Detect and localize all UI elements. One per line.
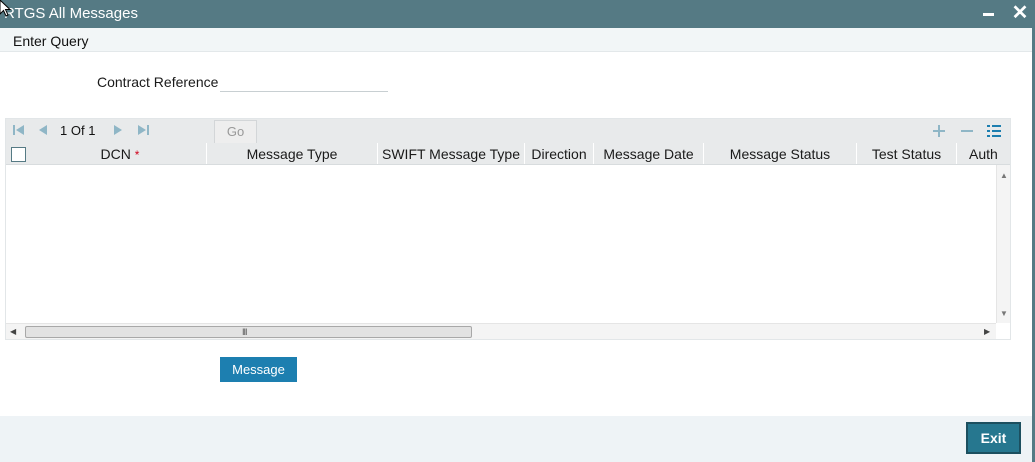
message-button[interactable]: Message bbox=[220, 357, 297, 382]
column-header-message-status[interactable]: Message Status bbox=[704, 143, 857, 164]
select-all-checkbox[interactable] bbox=[11, 147, 26, 162]
mouse-cursor-icon bbox=[0, 0, 12, 17]
column-header-swift-message-type[interactable]: SWIFT Message Type bbox=[378, 143, 525, 164]
go-button[interactable]: Go bbox=[214, 120, 257, 144]
column-header-message-type[interactable]: Message Type bbox=[207, 143, 378, 164]
scroll-grip-icon: III bbox=[242, 327, 247, 337]
pager-total: 1 bbox=[88, 123, 96, 138]
scroll-right-icon[interactable]: ▶ bbox=[984, 327, 990, 336]
window-title: RTGS All Messages bbox=[4, 5, 138, 22]
column-header-message-date[interactable]: Message Date bbox=[594, 143, 704, 164]
column-header-auth[interactable]: Auth bbox=[957, 143, 1010, 164]
minimize-icon[interactable] bbox=[980, 4, 998, 22]
menu-bar: Enter Query bbox=[0, 28, 1035, 52]
scroll-up-icon[interactable]: ▲ bbox=[1000, 171, 1008, 180]
contract-reference-input[interactable] bbox=[220, 70, 388, 92]
footer-bar: Exit bbox=[0, 416, 1032, 462]
pager-of: Of bbox=[70, 123, 85, 138]
horizontal-scroll-thumb[interactable]: III bbox=[25, 326, 472, 338]
column-header-test-status[interactable]: Test Status bbox=[857, 143, 957, 164]
next-page-icon[interactable] bbox=[111, 123, 125, 137]
first-page-icon[interactable] bbox=[12, 123, 26, 137]
scroll-down-icon[interactable]: ▼ bbox=[1000, 309, 1008, 318]
column-header-dcn-label: DCN bbox=[100, 146, 131, 162]
pager-text: 1 Of 1 bbox=[60, 123, 95, 138]
grid-body bbox=[6, 165, 996, 323]
close-icon[interactable]: ✕ bbox=[1010, 2, 1030, 24]
contract-reference-label: Contract Reference bbox=[97, 74, 219, 90]
enter-query-menu[interactable]: Enter Query bbox=[13, 33, 88, 49]
pager-current: 1 bbox=[60, 123, 68, 138]
horizontal-scrollbar[interactable]: ◀ III ▶ bbox=[6, 323, 996, 339]
exit-button[interactable]: Exit bbox=[966, 422, 1021, 454]
vertical-scrollbar[interactable]: ▲ ▼ bbox=[996, 165, 1010, 323]
column-header-dcn[interactable]: DCN * bbox=[34, 143, 207, 164]
add-row-icon[interactable] bbox=[931, 123, 947, 139]
previous-page-icon[interactable] bbox=[36, 123, 50, 137]
grid-header-row: DCN * Message Type SWIFT Message Type Di… bbox=[6, 143, 1010, 165]
delete-row-icon[interactable] bbox=[959, 123, 975, 139]
messages-grid: 1 Of 1 Go DCN * Message Type SWIFT Messa… bbox=[5, 118, 1011, 340]
last-page-icon[interactable] bbox=[136, 123, 150, 137]
column-header-direction[interactable]: Direction bbox=[525, 143, 594, 164]
scroll-left-icon[interactable]: ◀ bbox=[10, 327, 16, 336]
grid-toolbar: 1 Of 1 Go bbox=[6, 119, 1010, 144]
window-titlebar: RTGS All Messages ✕ bbox=[0, 0, 1035, 28]
required-marker: * bbox=[134, 148, 140, 162]
single-view-icon[interactable] bbox=[986, 123, 1002, 139]
